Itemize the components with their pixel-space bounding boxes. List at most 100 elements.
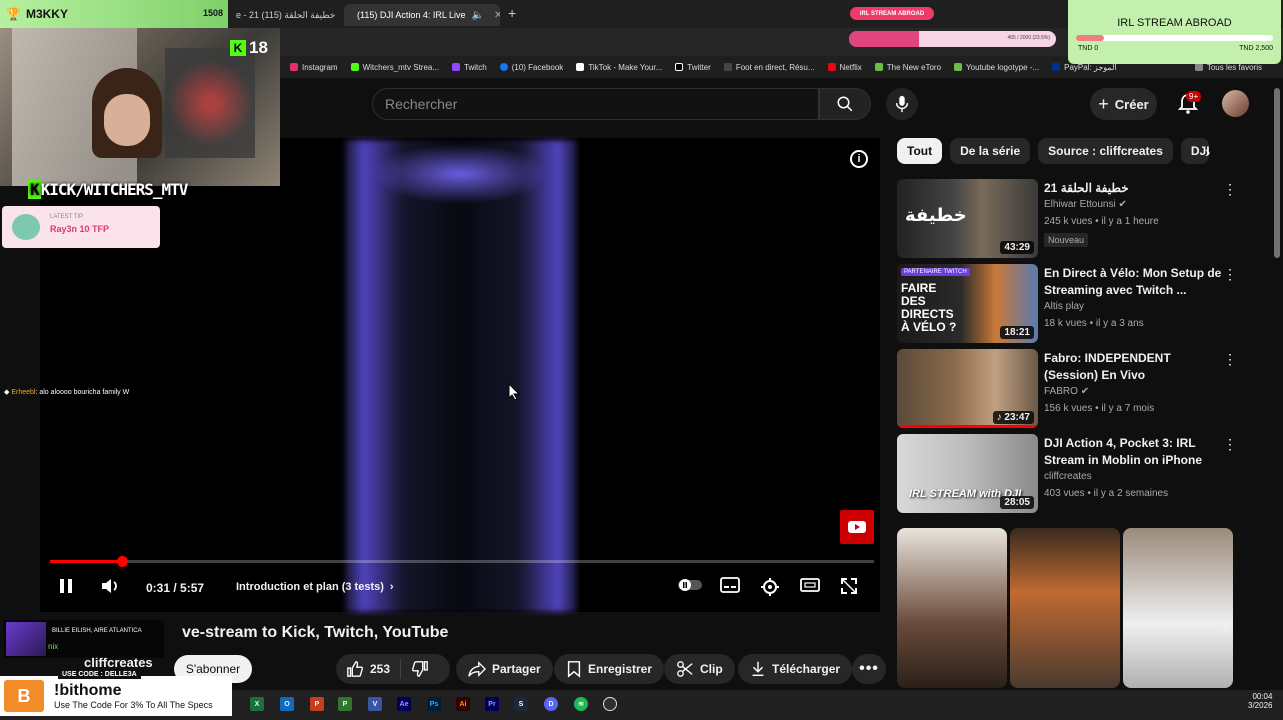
like-count: 253 — [370, 662, 391, 676]
new-tab-button[interactable]: + — [508, 5, 516, 21]
youtube-play-icon — [848, 521, 866, 533]
chip-series[interactable]: De la série — [950, 138, 1031, 164]
bookmark-youtube-logo[interactable]: Youtube logotype -... — [954, 63, 1039, 72]
progress-scrubber[interactable] — [116, 556, 128, 567]
video-thumbnail[interactable]: IRL STREAM with DJI 28:05 — [897, 434, 1038, 513]
pause-button[interactable] — [58, 577, 74, 595]
avatar[interactable] — [1222, 90, 1249, 117]
short-thumbnail[interactable] — [897, 528, 1007, 688]
chip-all[interactable]: Tout — [897, 138, 943, 164]
recommendation-item[interactable]: خطيفة 43:29 خطيفة الحلقة 21 Elhiwar Etto… — [897, 179, 1237, 259]
settings-button[interactable] — [760, 577, 780, 597]
recommendation-item[interactable]: ♪ 23:47 Fabro: INDEPENDENT (Session) En … — [897, 349, 1237, 429]
dislike-button[interactable] — [401, 660, 445, 678]
spotify-icon[interactable]: ≋ — [574, 697, 588, 711]
video-thumbnail[interactable]: خطيفة 43:29 — [897, 179, 1038, 258]
goal-progress-text: 465 / 2000 (23.5%) — [1007, 35, 1050, 41]
search-button[interactable] — [819, 88, 871, 120]
subtitles-button[interactable] — [720, 577, 740, 593]
bookmark-tiktok[interactable]: TikTok - Make Your... — [576, 63, 662, 72]
short-thumbnail[interactable] — [1010, 528, 1120, 688]
obs-icon[interactable] — [603, 697, 617, 711]
theater-mode-button[interactable] — [800, 577, 820, 593]
illustrator-icon[interactable]: Ai — [456, 697, 470, 711]
duration-badge: ♪ 23:47 — [992, 411, 1034, 424]
chip-source[interactable]: Source : cliffcreates — [1038, 138, 1173, 164]
fullscreen-icon — [841, 578, 857, 594]
webcam-face — [104, 94, 150, 146]
speaker-icon[interactable]: 🔈 — [472, 10, 484, 21]
notification-badge: 9+ — [1186, 91, 1202, 102]
tiktok-icon — [576, 63, 585, 71]
visio-icon[interactable]: V — [368, 697, 382, 711]
bookmark-netflix[interactable]: Netflix — [827, 63, 862, 72]
video-title[interactable]: خطيفة الحلقة 21 — [1044, 180, 1224, 197]
volume-button[interactable] — [100, 577, 120, 595]
channel-name[interactable]: Altis play — [1044, 301, 1084, 312]
video-player[interactable]: i 0:31 / 5:57 Introduction et plan (3 te… — [40, 138, 880, 612]
photoshop-icon[interactable]: Ps — [427, 697, 441, 711]
channel-name[interactable]: cliffcreates — [1044, 471, 1092, 482]
powerpoint-icon[interactable]: P — [310, 697, 324, 711]
bookmark-facebook[interactable]: (10) Facebook — [499, 63, 563, 72]
steam-icon[interactable]: S — [514, 697, 528, 711]
subscribe-watermark[interactable] — [840, 510, 874, 544]
chapter-button[interactable]: Introduction et plan (3 tests) › — [236, 581, 394, 593]
progress-bar[interactable] — [50, 556, 874, 567]
like-button[interactable]: 253 — [336, 659, 402, 679]
clip-button[interactable]: Clip — [664, 654, 735, 684]
fullscreen-button[interactable] — [840, 577, 858, 595]
recommendation-item[interactable]: IRL STREAM with DJI 28:05 DJI Action 4, … — [897, 434, 1237, 514]
premiere-icon[interactable]: Pr — [485, 697, 499, 711]
info-icon[interactable]: i — [850, 150, 868, 168]
recommendation-item[interactable]: PARTENAIRE TWITCH FAIRE DES DIRECTS À VÉ… — [897, 264, 1237, 344]
bookmark-twitter[interactable]: Twitter — [675, 63, 711, 72]
channel-name[interactable]: FABRO ✔ — [1044, 386, 1089, 397]
channel-name[interactable]: Elhiwar Ettounsi ✔ — [1044, 199, 1127, 210]
chevron-right-icon[interactable]: › — [1205, 144, 1210, 162]
close-tab-icon[interactable]: ✕ — [494, 10, 500, 21]
download-button[interactable]: Télécharger — [738, 654, 853, 684]
video-title[interactable]: En Direct à Vélo: Mon Setup de Streaming… — [1044, 265, 1224, 299]
create-button[interactable]: + Créer — [1090, 88, 1157, 120]
after-effects-icon[interactable]: Ae — [397, 697, 411, 711]
share-button[interactable]: Partager — [456, 654, 553, 684]
bookmark-instagram[interactable]: Instagram — [290, 63, 338, 72]
chat-message: ◆ Erheebl: alo aloooo bouricha family W — [4, 389, 130, 396]
watched-bar — [897, 425, 1038, 428]
chevron-right-icon[interactable]: › — [1222, 620, 1227, 638]
bookmark-etoro[interactable]: The New eToro — [874, 63, 941, 72]
discord-icon[interactable]: D — [544, 697, 558, 711]
bookmark-twitch[interactable]: Twitch — [452, 63, 487, 72]
kick-logo-icon: K — [230, 40, 246, 56]
goal-bar — [1076, 35, 1273, 41]
age-badge: K 18 — [230, 36, 280, 60]
more-vertical-icon[interactable]: ⋮ — [1223, 181, 1237, 198]
tab-label: (115) DJI Action 4: IRL Live — [357, 10, 466, 20]
bookmark-witchers[interactable]: Witchers_mtv Strea... — [350, 63, 439, 72]
system-clock[interactable]: 00:04 3/2026 — [1248, 692, 1272, 710]
search-input[interactable]: Rechercher — [372, 88, 819, 120]
video-thumbnail[interactable]: ♪ 23:47 — [897, 349, 1038, 428]
short-thumbnail[interactable] — [1123, 528, 1233, 688]
project-icon[interactable]: P — [338, 697, 352, 711]
save-button[interactable]: Enregistrer — [554, 654, 665, 684]
more-vertical-icon[interactable]: ⋮ — [1223, 351, 1237, 368]
tab-khtifa[interactable]: e - 21 خطيفة الحلقة (115) ✕ — [228, 4, 344, 26]
excel-icon[interactable]: X — [250, 697, 264, 711]
more-vertical-icon[interactable]: ⋮ — [1223, 266, 1237, 283]
video-title[interactable]: DJI Action 4, Pocket 3: IRL Stream in Mo… — [1044, 435, 1224, 469]
scrollbar[interactable] — [1274, 88, 1280, 258]
autoplay-toggle[interactable] — [678, 577, 702, 593]
more-vertical-icon[interactable]: ⋮ — [1223, 436, 1237, 453]
duration-badge: 18:21 — [1000, 326, 1034, 339]
video-thumbnail[interactable]: PARTENAIRE TWITCH FAIRE DES DIRECTS À VÉ… — [897, 264, 1038, 343]
goal-progress-bar: 465 / 2000 (23.5%) — [849, 31, 1056, 47]
more-actions-button[interactable]: ••• — [852, 654, 886, 684]
bookmark-foot[interactable]: Foot en direct, Résu... — [723, 63, 815, 72]
netflix-icon — [827, 63, 836, 71]
video-title[interactable]: Fabro: INDEPENDENT (Session) En Vivo — [1044, 350, 1224, 384]
outlook-icon[interactable]: O — [280, 697, 294, 711]
voice-search-button[interactable] — [886, 88, 918, 120]
tab-dji-action[interactable]: (115) DJI Action 4: IRL Live 🔈 ✕ — [344, 4, 500, 26]
